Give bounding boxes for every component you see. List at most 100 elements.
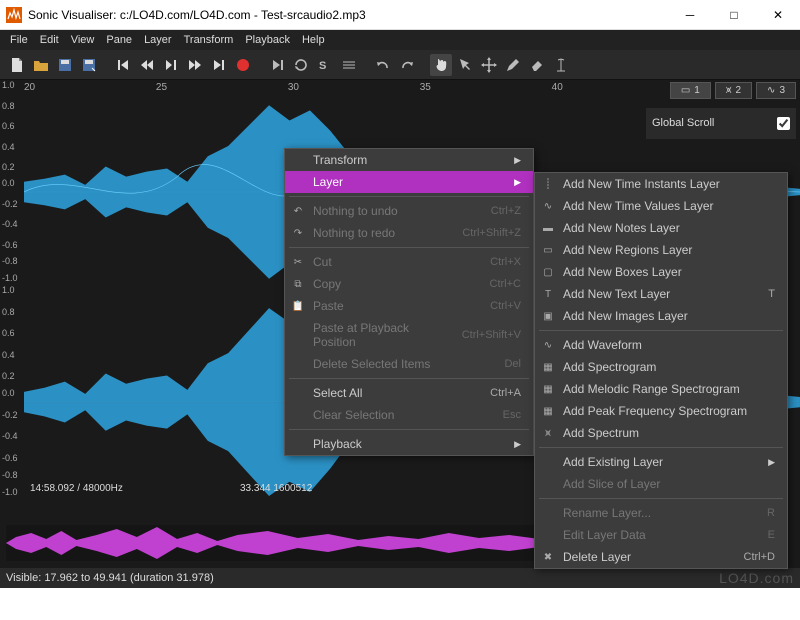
- regions-icon: ▭: [541, 243, 555, 257]
- ctx-add-waveform[interactable]: ∿Add Waveform: [535, 334, 787, 356]
- navigate-tool-icon[interactable]: [430, 54, 452, 76]
- ctx-add-images[interactable]: ▣Add New Images Layer: [535, 305, 787, 327]
- measure-tool-icon[interactable]: [550, 54, 572, 76]
- redo-icon: ↷: [291, 226, 305, 240]
- ytick: -0.2: [2, 410, 18, 420]
- ctx-select-all[interactable]: Select AllCtrl+A: [285, 382, 533, 404]
- wave-icon: ∿: [767, 85, 775, 96]
- separator: [289, 196, 529, 197]
- spectrogram-icon: ▦: [541, 360, 555, 374]
- cut-icon: ✂: [291, 255, 305, 269]
- layer-tab-2[interactable]: ⩙2: [715, 82, 752, 99]
- ctx-add-existing[interactable]: Add Existing Layer▶: [535, 451, 787, 473]
- ctx-transform[interactable]: Transform▶: [285, 149, 533, 171]
- ctx-delete-layer[interactable]: ✖Delete LayerCtrl+D: [535, 546, 787, 568]
- select-tool-icon[interactable]: [454, 54, 476, 76]
- global-scroll-checkbox[interactable]: [777, 117, 790, 130]
- paste-icon: 📋: [291, 299, 305, 313]
- titlebar: Sonic Visualiser: c:/LO4D.com/LO4D.com -…: [0, 0, 800, 30]
- ctx-add-spectrogram[interactable]: ▦Add Spectrogram: [535, 356, 787, 378]
- ytick: 0.2: [2, 162, 15, 172]
- close-button[interactable]: ✕: [756, 0, 800, 30]
- save-as-icon[interactable]: [78, 54, 100, 76]
- window-title: Sonic Visualiser: c:/LO4D.com/LO4D.com -…: [28, 8, 668, 22]
- ctx-rename-layer: Rename Layer...R: [535, 502, 787, 524]
- move-tool-icon[interactable]: [478, 54, 500, 76]
- ctx-paste-pos: Paste at Playback PositionCtrl+Shift+V: [285, 317, 533, 353]
- xtick: 25: [156, 82, 167, 93]
- chevron-right-icon: ▶: [768, 457, 775, 468]
- brand-watermark: LO4D.com: [719, 570, 794, 586]
- copy-icon: ⧉: [291, 277, 305, 291]
- menubar: File Edit View Pane Layer Transform Play…: [0, 30, 800, 50]
- ctx-add-notes[interactable]: ▬Add New Notes Layer: [535, 217, 787, 239]
- spectrum-icon: ⩙: [541, 426, 555, 440]
- menu-file[interactable]: File: [4, 32, 34, 48]
- layer-tabs: ▭1 ⩙2 ∿3: [670, 82, 796, 99]
- play-pause-icon[interactable]: [160, 54, 182, 76]
- erase-tool-icon[interactable]: [526, 54, 548, 76]
- align-icon[interactable]: [338, 54, 360, 76]
- melodic-icon: ▦: [541, 382, 555, 396]
- ctx-add-values[interactable]: ∿Add New Time Values Layer: [535, 195, 787, 217]
- ctx-layer[interactable]: Layer▶: [285, 171, 533, 193]
- ctx-copy: ⧉CopyCtrl+C: [285, 273, 533, 295]
- record-icon[interactable]: [232, 54, 254, 76]
- status-bar: Visible: 17.962 to 49.941 (duration 31.9…: [0, 568, 800, 588]
- layer-tab-3[interactable]: ∿3: [756, 82, 796, 99]
- ytick: 0.8: [2, 101, 15, 111]
- menu-help[interactable]: Help: [296, 32, 331, 48]
- rewind-icon[interactable]: [136, 54, 158, 76]
- draw-tool-icon[interactable]: [502, 54, 524, 76]
- solo-icon[interactable]: S: [314, 54, 336, 76]
- forward-end-icon[interactable]: [208, 54, 230, 76]
- peak-icon: ▦: [541, 404, 555, 418]
- xtick: 30: [288, 82, 299, 93]
- properties-panel: Global Scroll: [646, 108, 796, 139]
- forward-icon[interactable]: [184, 54, 206, 76]
- menu-pane[interactable]: Pane: [100, 32, 138, 48]
- ctx-add-spectrum[interactable]: ⩙Add Spectrum: [535, 422, 787, 444]
- wave-icon: ⩙: [726, 85, 732, 96]
- ctx-playback[interactable]: Playback▶: [285, 433, 533, 455]
- ytick: -0.4: [2, 219, 18, 229]
- chevron-right-icon: ▶: [514, 155, 521, 166]
- ctx-add-instants[interactable]: ┊Add New Time Instants Layer: [535, 173, 787, 195]
- layer-tab-1[interactable]: ▭1: [670, 82, 711, 99]
- y-axis-2: 1.0 0.8 0.6 0.4 0.2 0.0 -0.2 -0.4 -0.6 -…: [2, 285, 24, 500]
- chevron-right-icon: ▶: [514, 439, 521, 450]
- loop-icon[interactable]: [290, 54, 312, 76]
- ctx-add-text[interactable]: TAdd New Text LayerT: [535, 283, 787, 305]
- xtick: 35: [420, 82, 431, 93]
- new-file-icon[interactable]: [6, 54, 28, 76]
- ctx-undo: ↶Nothing to undoCtrl+Z: [285, 200, 533, 222]
- ctx-delete-selected: Delete Selected ItemsDel: [285, 353, 533, 375]
- waveform-icon: ∿: [541, 338, 555, 352]
- separator: [289, 429, 529, 430]
- menu-edit[interactable]: Edit: [34, 32, 65, 48]
- ytick: -0.8: [2, 256, 18, 266]
- sample-info: 33.344 1600512: [240, 483, 312, 494]
- menu-playback[interactable]: Playback: [239, 32, 296, 48]
- svg-text:S: S: [319, 60, 326, 72]
- status-text: Visible: 17.962 to 49.941 (duration 31.9…: [6, 572, 214, 584]
- menu-transform[interactable]: Transform: [178, 32, 240, 48]
- ctx-add-peak[interactable]: ▦Add Peak Frequency Spectrogram: [535, 400, 787, 422]
- ruler-icon: ▭: [681, 85, 690, 96]
- ctx-add-boxes[interactable]: ▢Add New Boxes Layer: [535, 261, 787, 283]
- menu-view[interactable]: View: [65, 32, 101, 48]
- chevron-right-icon: ▶: [514, 177, 521, 188]
- save-icon[interactable]: [54, 54, 76, 76]
- maximize-button[interactable]: □: [712, 0, 756, 30]
- menu-layer[interactable]: Layer: [138, 32, 178, 48]
- play-selection-icon[interactable]: [266, 54, 288, 76]
- redo-icon[interactable]: [396, 54, 418, 76]
- ctx-add-regions[interactable]: ▭Add New Regions Layer: [535, 239, 787, 261]
- undo-icon[interactable]: [372, 54, 394, 76]
- rewind-start-icon[interactable]: [112, 54, 134, 76]
- separator: [539, 447, 783, 448]
- minimize-button[interactable]: ─: [668, 0, 712, 30]
- delete-icon: ✖: [541, 550, 555, 564]
- open-file-icon[interactable]: [30, 54, 52, 76]
- ctx-add-melodic[interactable]: ▦Add Melodic Range Spectrogram: [535, 378, 787, 400]
